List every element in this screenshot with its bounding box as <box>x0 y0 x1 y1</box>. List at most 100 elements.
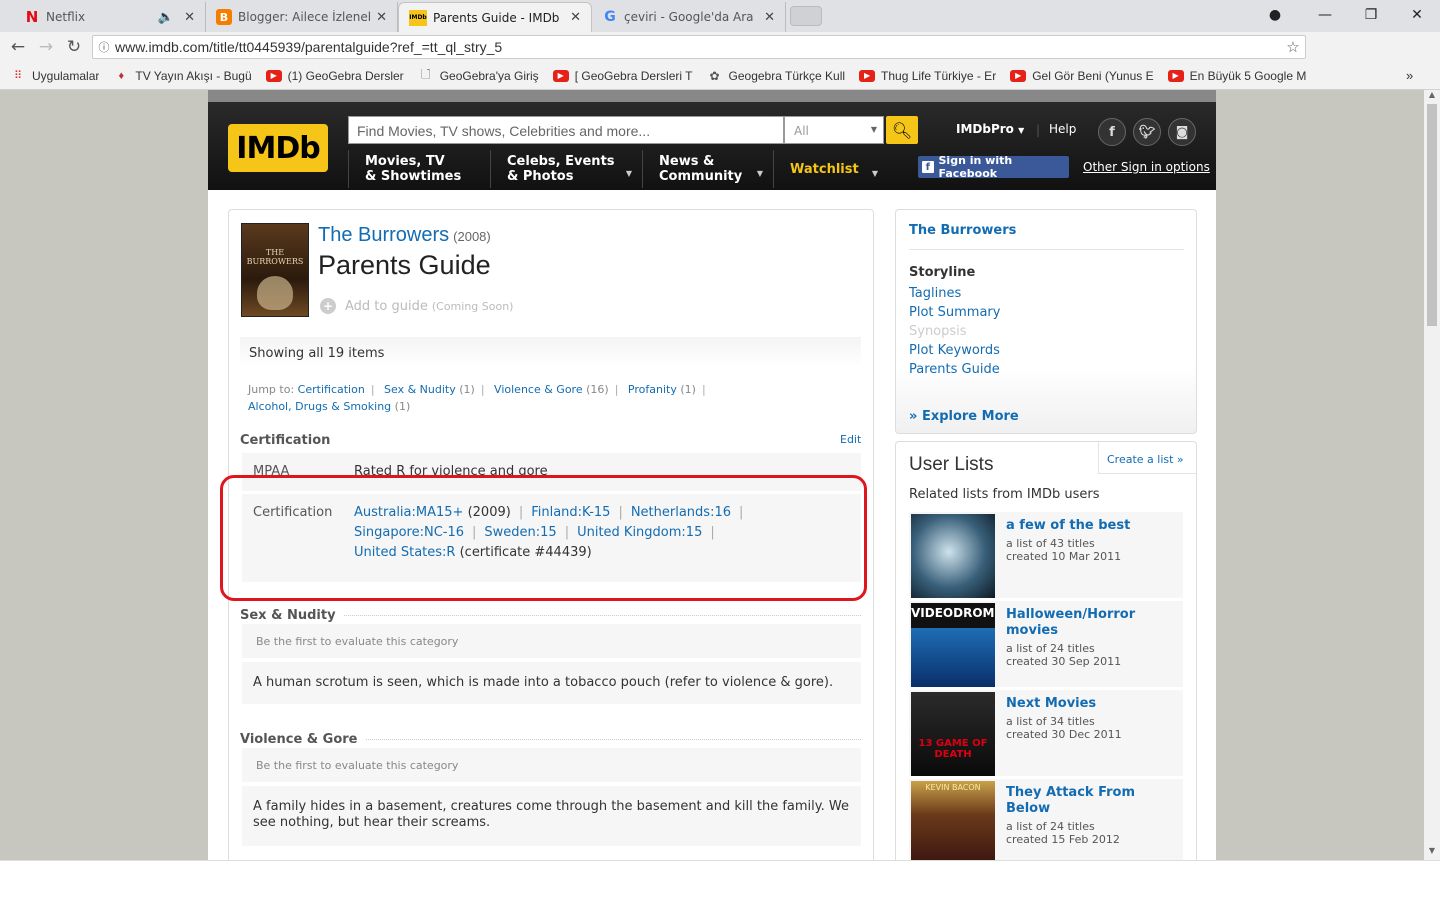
list-name[interactable]: They Attack From Below <box>1006 785 1176 817</box>
page-title: Parents Guide <box>318 250 491 280</box>
tab-blogger[interactable]: B Blogger: Ailece İzlenebile ✕ <box>206 2 398 32</box>
sidebar-item-parents-guide[interactable]: Parents Guide <box>909 362 1000 377</box>
nav-watchlist[interactable]: Watchlist ▼ <box>773 150 888 188</box>
bookmark-apps[interactable]: ⠿ Uygulamalar <box>10 69 99 83</box>
bookmark-item[interactable]: ▶ En Büyük 5 Google M <box>1167 69 1306 83</box>
more-bookmarks-button[interactable]: » <box>1406 68 1413 83</box>
close-icon[interactable]: ✕ <box>570 10 581 25</box>
help-link[interactable]: Help <box>1049 122 1076 136</box>
explore-more-button[interactable]: » Explore More <box>909 409 1019 424</box>
evaluate-prompt[interactable]: Be the first to evaluate this category <box>242 624 861 658</box>
back-icon[interactable]: ← <box>4 37 32 57</box>
facebook-icon[interactable]: f <box>1098 118 1126 146</box>
jump-violence-gore[interactable]: Violence & Gore <box>494 383 583 396</box>
reload-icon[interactable]: ↻ <box>60 37 88 57</box>
restore-button[interactable]: ❐ <box>1348 0 1394 30</box>
list-item[interactable]: 13 GAME OF DEATH Next Movies a list of 3… <box>909 690 1183 776</box>
divider <box>909 249 1184 250</box>
instagram-icon[interactable]: ◙ <box>1168 118 1196 146</box>
minimize-button[interactable]: — <box>1302 0 1348 30</box>
evaluate-prompt[interactable]: Be the first to evaluate this category <box>242 748 861 782</box>
tab-title: Blogger: Ailece İzlenebile <box>238 10 370 24</box>
imdbpro-link[interactable]: IMDbPro ▼ <box>956 122 1024 136</box>
nav-movies-tv[interactable]: Movies, TV & Showtimes <box>348 150 491 188</box>
jump-alcohol-drugs[interactable]: Alcohol, Drugs & Smoking <box>248 400 391 413</box>
movie-poster[interactable]: THE BURROWERS <box>241 223 309 317</box>
sidebar-item-taglines[interactable]: Taglines <box>909 286 961 301</box>
scrollbar-thumb[interactable] <box>1427 104 1437 326</box>
list-thumbnail[interactable] <box>911 514 995 598</box>
section-title: Sex & Nudity <box>240 608 336 623</box>
scroll-up-icon[interactable]: ▲ <box>1424 90 1440 104</box>
imdb-logo[interactable]: IMDb <box>228 124 328 172</box>
other-signin-link[interactable]: Other Sign in options <box>1083 160 1210 174</box>
youtube-icon: ▶ <box>1010 69 1027 82</box>
edit-link[interactable]: Edit <box>840 433 861 446</box>
divider <box>343 615 861 616</box>
sidebar-item-plot-keywords[interactable]: Plot Keywords <box>909 343 1000 358</box>
bookmark-item[interactable]: ▶ (1) GeoGebra Dersler <box>265 69 404 83</box>
movie-title[interactable]: The Burrowers (2008) <box>318 224 491 247</box>
bookmark-item[interactable]: ▶ Thug Life Türkiye - Er <box>859 69 996 83</box>
create-list-link[interactable]: Create a list » <box>1098 442 1196 474</box>
list-item[interactable]: a few of the best a list of 43 titles cr… <box>909 512 1183 598</box>
jump-label: Jump to: <box>248 383 295 396</box>
sidebar-item-plot-summary[interactable]: Plot Summary <box>909 305 1000 320</box>
bookmark-item[interactable]: 🗋 GeoGebra'ya Giriş <box>418 69 539 83</box>
section-violence-gore-heading: Violence & Gore <box>240 732 861 747</box>
tab-google[interactable]: G çeviri - Google'da Ara ✕ <box>592 2 786 32</box>
search-input[interactable]: Find Movies, TV shows, Celebrities and m… <box>348 116 784 144</box>
page-scrollbar[interactable]: ▲ ▼ <box>1424 90 1440 860</box>
tab-imdb[interactable]: IMDb Parents Guide - IMDb ✕ <box>398 2 592 32</box>
url-text: www.imdb.com/title/tt0445939/parentalgui… <box>115 39 503 55</box>
close-icon[interactable]: ✕ <box>184 10 195 25</box>
new-tab-button[interactable] <box>790 6 822 26</box>
list-name[interactable]: Halloween/Horror movies <box>1006 607 1176 639</box>
facebook-signin-button[interactable]: f Sign in with Facebook <box>918 154 1069 180</box>
scroll-down-icon[interactable]: ▼ <box>1424 846 1440 860</box>
add-to-guide: + Add to guide (Coming Soon) <box>320 298 513 314</box>
list-item[interactable]: VIDEODROME Halloween/Horror movies a lis… <box>909 601 1183 687</box>
close-icon[interactable]: ✕ <box>764 10 775 25</box>
bookmark-item[interactable]: ▶ [ GeoGebra Dersleri T <box>552 69 693 83</box>
bookmark-label: Gel Gör Beni (Yunus E <box>1032 68 1154 83</box>
movie-title-link[interactable]: The Burrowers <box>318 224 449 246</box>
chevron-down-icon: ▼ <box>870 125 877 134</box>
list-thumbnail[interactable]: KEVIN BACON <box>911 781 995 860</box>
profile-icon[interactable]: ● <box>1252 0 1298 30</box>
browser-toolbar: ← → ↻ ⓘ www.imdb.com/title/tt0445939/par… <box>0 32 1440 87</box>
bookmark-item[interactable]: ▶ Gel Gör Beni (Yunus E <box>1010 68 1154 83</box>
youtube-icon: ▶ <box>1167 69 1184 82</box>
mute-icon[interactable]: 🔈 <box>158 10 174 25</box>
twitter-icon[interactable]: 🐦︎ <box>1133 118 1161 146</box>
nav-news-community[interactable]: News & Community ▼ <box>642 150 773 188</box>
info-icon[interactable]: ⓘ <box>93 39 115 55</box>
youtube-icon: ▶ <box>265 69 282 82</box>
bookmark-star-icon[interactable]: ☆ <box>1281 38 1305 56</box>
page-viewport: IMDb Find Movies, TV shows, Celebrities … <box>0 90 1424 860</box>
list-name[interactable]: Next Movies <box>1006 696 1176 712</box>
showing-count: Showing all 19 items <box>240 337 861 367</box>
jump-certification[interactable]: Certification <box>298 383 365 396</box>
forward-icon[interactable]: → <box>32 37 60 57</box>
list-name[interactable]: a few of the best <box>1006 518 1176 534</box>
search-button[interactable]: 🔍︎ <box>886 116 918 144</box>
close-icon[interactable]: ✕ <box>376 10 387 25</box>
youtube-icon: ▶ <box>552 69 569 82</box>
sidebar-movie-title[interactable]: The Burrowers <box>909 223 1016 238</box>
nav-label: & Showtimes <box>365 169 462 184</box>
divider: | <box>701 383 706 396</box>
list-thumbnail[interactable]: VIDEODROME <box>911 603 995 687</box>
close-window-button[interactable]: ✕ <box>1394 0 1440 30</box>
bookmark-item[interactable]: ♦ TV Yayın Akışı - Bugü <box>113 69 252 83</box>
tab-netflix[interactable]: N Netflix 🔈 ✕ <box>14 2 206 32</box>
jump-sex-nudity[interactable]: Sex & Nudity <box>384 383 456 396</box>
jump-profanity[interactable]: Profanity <box>628 383 677 396</box>
address-bar[interactable]: ⓘ www.imdb.com/title/tt0445939/parentalg… <box>92 35 1306 59</box>
bookmark-item[interactable]: ✿ Geogebra Türkçe Kull <box>707 69 845 83</box>
nav-celebs[interactable]: Celebs, Events & Photos ▼ <box>490 150 642 188</box>
list-item[interactable]: KEVIN BACON They Attack From Below a lis… <box>909 779 1183 860</box>
search-category-select[interactable]: All ▼ <box>784 116 884 144</box>
list-thumbnail[interactable]: 13 GAME OF DEATH <box>911 692 995 776</box>
section-title: Violence & Gore <box>240 732 358 747</box>
